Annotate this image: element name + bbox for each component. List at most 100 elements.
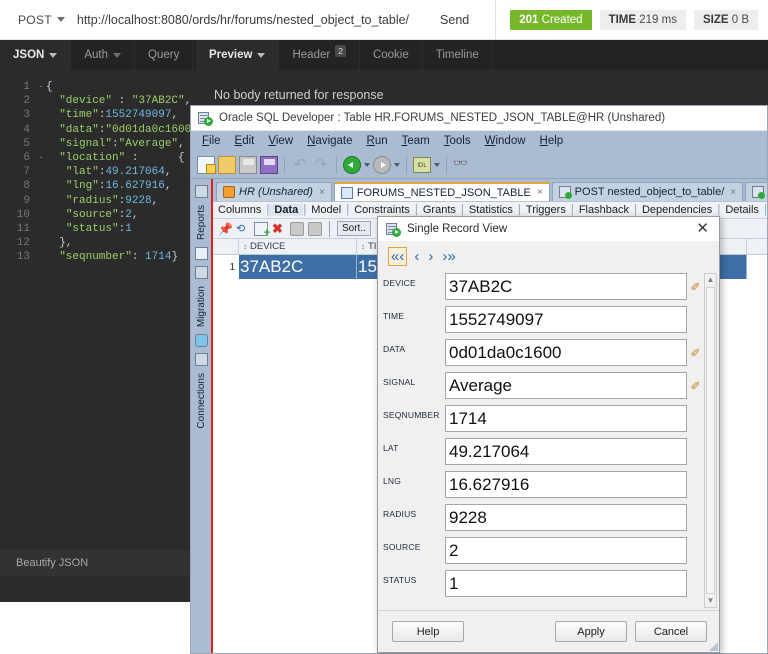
tab-preview-response[interactable]: Preview <box>196 40 280 70</box>
send-button[interactable]: Send <box>440 13 495 27</box>
document-tab[interactable]: POST media/× <box>745 182 767 201</box>
menu-item-tools[interactable]: Tools <box>437 135 478 147</box>
dialog-title: Single Record View <box>407 223 508 235</box>
close-icon[interactable]: × <box>537 187 543 198</box>
resize-handle-icon[interactable] <box>708 641 718 651</box>
close-icon[interactable]: × <box>319 187 325 198</box>
commit-icon[interactable] <box>290 221 304 236</box>
fold-toggle-icon[interactable]: - <box>36 151 46 165</box>
fields-scrollbar[interactable]: ▲ ▼ <box>704 273 717 608</box>
field-input-radius[interactable]: 9228 <box>445 504 687 531</box>
edit-pencil-icon[interactable]: ✐ <box>690 280 701 294</box>
close-icon[interactable]: ✕ <box>692 221 713 238</box>
field-input-data[interactable]: 0d01da0c1600 <box>445 339 687 366</box>
menu-item-window[interactable]: Window <box>478 135 533 147</box>
url-input[interactable]: http://localhost:8080/ords/hr/forums/nes… <box>77 13 440 27</box>
menu-item-help[interactable]: Help <box>533 135 571 147</box>
menu-item-navigate[interactable]: Navigate <box>300 135 359 147</box>
delete-row-icon[interactable]: ✖ <box>272 221 286 236</box>
apply-button[interactable]: Apply <box>555 621 627 642</box>
chevron-down-icon[interactable] <box>364 162 370 167</box>
scrollbar-thumb[interactable] <box>706 287 715 594</box>
tab-model[interactable]: Model <box>306 204 346 216</box>
menu-item-file[interactable]: File <box>195 135 228 147</box>
tab-flashback[interactable]: Flashback <box>574 204 634 216</box>
tab-cookie-response[interactable]: Cookie <box>360 40 423 70</box>
panel-icon[interactable] <box>194 185 208 198</box>
field-input-lng[interactable]: 16.627916 <box>445 471 687 498</box>
grid-column-header[interactable]: ↕ DEVICE <box>239 239 357 254</box>
field-input-source[interactable]: 2 <box>445 537 687 564</box>
tab-triggers[interactable]: Triggers <box>521 204 571 216</box>
document-tab[interactable]: POST nested_object_to_table/ × <box>551 182 744 201</box>
open-file-icon[interactable] <box>218 155 236 174</box>
chevron-down-icon[interactable] <box>434 162 440 167</box>
tab-statistics[interactable]: Statistics <box>464 204 518 216</box>
insert-row-icon[interactable] <box>254 221 270 239</box>
json-body-editor[interactable]: 1-{2 "device" : "37AB2C", 3 "time":155274… <box>0 70 205 265</box>
menu-item-run[interactable]: Run <box>360 135 395 147</box>
fold-toggle-icon[interactable]: - <box>36 80 46 94</box>
line-number: 13 <box>16 251 30 264</box>
record-field-row: LAT 49.217064✐ <box>383 438 701 471</box>
field-input-device[interactable]: 37AB2C <box>445 273 687 300</box>
tab-header-response[interactable]: Header 2 <box>279 40 360 70</box>
cancel-button[interactable]: Cancel <box>635 621 707 642</box>
grid-cell[interactable]: 37AB2C <box>239 255 357 279</box>
scroll-up-icon[interactable]: ▲ <box>705 274 716 286</box>
document-tab[interactable]: HR (Unshared) × <box>216 182 332 201</box>
field-input-seqnumber[interactable]: 1714 <box>445 405 687 432</box>
field-input-time[interactable]: 1552749097 <box>445 306 687 333</box>
edit-pencil-icon[interactable]: ✐ <box>690 379 701 393</box>
menu-item-view[interactable]: View <box>261 135 300 147</box>
menu-item-edit[interactable]: Edit <box>228 135 262 147</box>
tab-data[interactable]: Data <box>269 204 304 216</box>
sidebar-item-connections[interactable]: Connections <box>196 373 207 429</box>
migration-icon[interactable] <box>194 334 208 348</box>
edit-pencil-icon[interactable]: ✐ <box>690 346 701 360</box>
field-input-status[interactable]: 1 <box>445 570 687 597</box>
tab-json-request[interactable]: JSON <box>0 40 72 70</box>
navigate-back-icon[interactable] <box>343 155 361 174</box>
tab-auth-request[interactable]: Auth <box>71 40 135 70</box>
next-record-button[interactable]: › <box>426 248 435 265</box>
dialog-title-bar: Single Record View ✕ <box>378 217 719 241</box>
tab-dependencies[interactable]: Dependencies <box>637 204 717 216</box>
save-icon[interactable] <box>239 155 257 174</box>
first-record-button[interactable]: «‹ <box>388 246 408 266</box>
field-input-signal[interactable]: Average <box>445 372 687 399</box>
tab-grants[interactable]: Grants <box>418 204 461 216</box>
tab-columns[interactable]: Columns <box>213 204 266 216</box>
refresh-icon[interactable]: ⟲ <box>236 222 250 236</box>
redo-icon[interactable]: ↷ <box>312 156 330 174</box>
tab-query-request[interactable]: Query <box>135 40 194 70</box>
navigate-forward-icon[interactable] <box>373 155 391 174</box>
panel-icon[interactable] <box>194 266 208 280</box>
save-all-icon[interactable] <box>260 155 278 174</box>
beautify-json-button[interactable]: Beautify JSON <box>0 550 196 576</box>
close-icon[interactable]: × <box>730 187 736 198</box>
help-button[interactable]: Help <box>392 621 464 642</box>
chevron-down-icon[interactable] <box>394 162 400 167</box>
sidebar-item-migration[interactable]: Migration <box>196 286 207 327</box>
sidebar-item-reports[interactable]: Reports <box>196 205 207 240</box>
panel-icon[interactable] <box>194 353 208 367</box>
sort-button[interactable]: Sort.. <box>337 221 371 236</box>
document-tab[interactable]: FORUMS_NESTED_JSON_TABLE × <box>333 182 550 201</box>
field-input-lat[interactable]: 49.217064 <box>445 438 687 465</box>
find-binoculars-icon[interactable]: 👓 <box>453 156 471 174</box>
tab-constraints[interactable]: Constraints <box>349 204 415 216</box>
previous-record-button[interactable]: ‹ <box>412 248 421 265</box>
idl-icon[interactable]: IDL <box>413 156 431 173</box>
last-record-button[interactable]: ›» <box>440 248 457 265</box>
rollback-icon[interactable] <box>308 221 322 236</box>
tab-timeline-response[interactable]: Timeline <box>423 40 493 70</box>
pin-icon[interactable]: 📌 <box>218 222 233 236</box>
scroll-down-icon[interactable]: ▼ <box>705 595 716 607</box>
undo-icon[interactable]: ↶ <box>291 156 309 174</box>
tab-details[interactable]: Details <box>720 204 764 216</box>
http-method-selector[interactable]: POST <box>0 13 77 27</box>
reports-icon[interactable] <box>194 247 208 261</box>
new-file-icon[interactable] <box>197 155 216 174</box>
menu-item-team[interactable]: Team <box>395 135 437 147</box>
